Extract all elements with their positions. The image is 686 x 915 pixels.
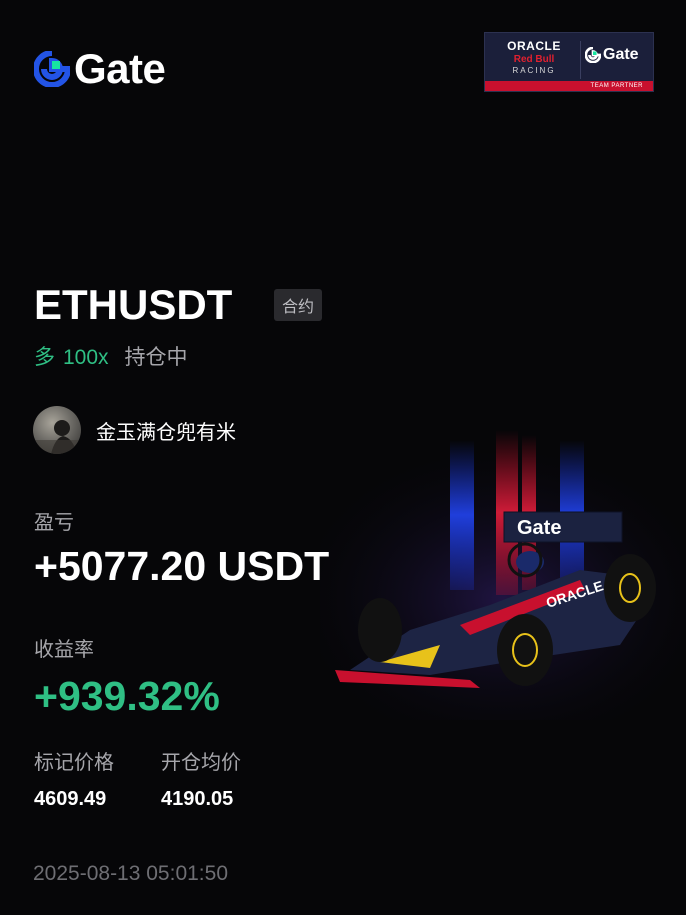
team-partner-bar: TEAM PARTNER — [485, 81, 653, 91]
oracle-text: ORACLE — [507, 39, 561, 53]
partner-gate-text: Gate — [603, 46, 639, 63]
roi-label: 收益率 — [34, 637, 94, 661]
front-left-wheel — [358, 598, 402, 662]
position-line: 多 100x 持仓中 — [34, 341, 188, 371]
avatar — [33, 406, 81, 454]
redbull-racing-logo: ORACLE Red Bull RACING — [493, 39, 575, 75]
username: 金玉满仓兜有米 — [96, 419, 236, 444]
avatar-icon — [33, 420, 81, 454]
partner-gate-logo: Gate — [585, 46, 639, 64]
racing-text: RACING — [512, 66, 556, 75]
timestamp: 2025-08-13 05:01:50 — [33, 862, 228, 885]
leverage: 100x — [63, 346, 109, 369]
rear-wheel — [604, 554, 656, 622]
position-status: 持仓中 — [124, 345, 188, 369]
trading-pair: ETHUSDT — [34, 281, 233, 328]
position-direction: 多 — [34, 345, 55, 369]
pnl-label: 盈亏 — [34, 510, 74, 534]
light-beam-blue — [450, 440, 474, 590]
gate-logo-icon — [34, 51, 70, 87]
redbull-text: Red Bull — [513, 54, 555, 65]
contract-tag: 合约 — [274, 289, 323, 321]
gate-small-icon — [585, 47, 601, 63]
mark-price-value: 4609.49 — [34, 788, 107, 810]
front-right-wheel — [497, 614, 553, 686]
pnl-value: +5077.20 USDT — [34, 543, 330, 589]
mark-price-label: 标记价格 — [34, 750, 114, 774]
gate-logo-text: Gate — [74, 45, 166, 92]
gate-logo: Gate — [34, 45, 166, 92]
f1-car-illustration: Gate ORACLE — [320, 430, 686, 720]
user-info: 金玉满仓兜有米 — [33, 406, 236, 454]
partner-badge: ORACLE Red Bull RACING Gate TEAM PARTNER — [484, 32, 654, 92]
partner-divider — [580, 41, 581, 79]
rear-wing-gate-logo: Gate — [517, 517, 561, 539]
entry-price-label: 开仓均价 — [161, 750, 241, 774]
roi-value: +939.32% — [34, 673, 220, 719]
entry-price-value: 4190.05 — [161, 788, 234, 810]
